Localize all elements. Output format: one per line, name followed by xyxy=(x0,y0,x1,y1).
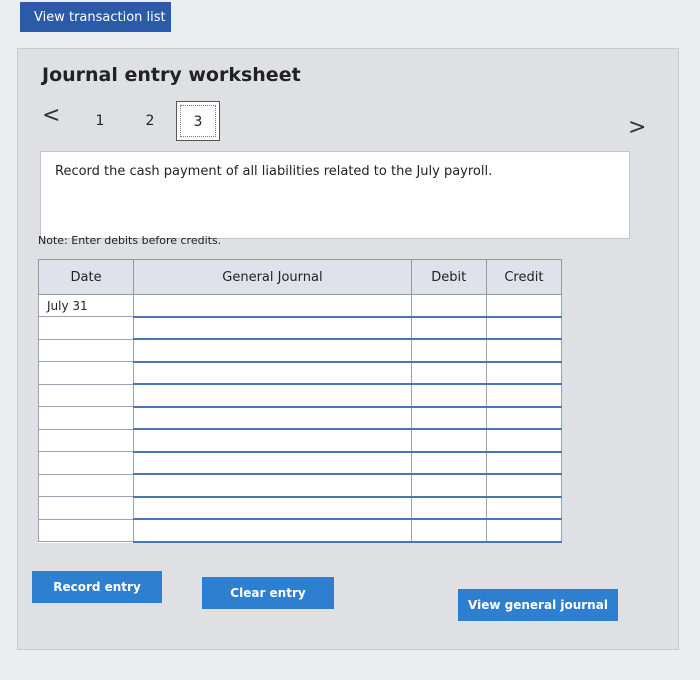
credit-input[interactable] xyxy=(485,338,563,363)
table-row xyxy=(37,383,563,408)
table-row xyxy=(37,451,563,475)
date-cell[interactable] xyxy=(37,428,135,452)
next-arrow-icon[interactable]: > xyxy=(628,117,646,139)
account-input[interactable] xyxy=(133,316,412,340)
debit-input[interactable] xyxy=(410,338,487,363)
debit-input[interactable] xyxy=(410,406,487,430)
tab-1[interactable]: 1 xyxy=(78,101,122,141)
credit-input[interactable] xyxy=(485,428,563,453)
account-input[interactable] xyxy=(133,383,412,408)
record-entry-button[interactable]: Record entry xyxy=(32,571,162,603)
previous-arrow-icon[interactable]: < xyxy=(42,105,60,127)
table-row xyxy=(37,473,563,498)
credit-input[interactable] xyxy=(485,451,563,475)
date-cell[interactable] xyxy=(37,451,135,475)
debit-input[interactable] xyxy=(410,361,487,385)
account-input[interactable] xyxy=(133,473,412,498)
tab-3[interactable]: 3 xyxy=(176,101,220,141)
credit-input[interactable] xyxy=(485,361,563,385)
account-input[interactable] xyxy=(133,451,412,475)
debit-input[interactable] xyxy=(410,428,487,453)
date-cell[interactable]: July 31 xyxy=(37,294,135,317)
debit-input[interactable] xyxy=(410,451,487,475)
table-row xyxy=(37,496,563,520)
credit-input[interactable] xyxy=(485,294,563,318)
tab-2[interactable]: 2 xyxy=(128,101,172,141)
account-input[interactable] xyxy=(133,496,412,520)
worksheet-title: Journal entry worksheet xyxy=(42,64,301,86)
journal-rows: July 31 xyxy=(37,294,563,543)
date-cell[interactable] xyxy=(37,338,135,362)
table-row xyxy=(37,338,563,363)
account-input[interactable] xyxy=(133,518,412,543)
date-cell[interactable] xyxy=(37,518,135,542)
debit-input[interactable] xyxy=(410,496,487,520)
instruction-text: Record the cash payment of all liabiliti… xyxy=(55,164,493,179)
date-cell[interactable] xyxy=(37,316,135,340)
credit-input[interactable] xyxy=(485,473,563,498)
date-cell[interactable] xyxy=(37,406,135,430)
table-row xyxy=(37,361,563,385)
note-text: Note: Enter debits before credits. xyxy=(38,234,222,247)
date-header: Date xyxy=(37,259,135,295)
date-cell[interactable] xyxy=(37,361,135,385)
journal-worksheet-panel: Journal entry worksheet < 1 2 3 > Record… xyxy=(17,48,679,650)
credit-input[interactable] xyxy=(485,518,563,543)
instruction-box: Record the cash payment of all liabiliti… xyxy=(40,151,630,239)
view-general-journal-button[interactable]: View general journal xyxy=(458,589,618,621)
date-cell[interactable] xyxy=(37,383,135,407)
account-input[interactable] xyxy=(133,428,412,453)
journal-table: Date General Journal Debit Credit July 3… xyxy=(37,259,563,543)
debit-input[interactable] xyxy=(410,473,487,498)
table-row xyxy=(37,316,563,340)
credit-input[interactable] xyxy=(485,383,563,408)
debit-header: Debit xyxy=(410,259,487,295)
view-transaction-list-button[interactable]: View transaction list xyxy=(20,2,171,32)
table-row xyxy=(37,406,563,430)
debit-input[interactable] xyxy=(410,518,487,543)
credit-header: Credit xyxy=(485,259,563,295)
credit-input[interactable] xyxy=(485,316,563,340)
account-input[interactable] xyxy=(133,361,412,385)
account-input[interactable] xyxy=(133,294,412,318)
debit-input[interactable] xyxy=(410,294,487,318)
debit-input[interactable] xyxy=(410,383,487,408)
table-row xyxy=(37,428,563,453)
account-input[interactable] xyxy=(133,338,412,363)
general-journal-header: General Journal xyxy=(133,259,412,295)
date-cell[interactable] xyxy=(37,496,135,520)
clear-entry-button[interactable]: Clear entry xyxy=(202,577,334,609)
table-row: July 31 xyxy=(37,294,563,318)
credit-input[interactable] xyxy=(485,406,563,430)
credit-input[interactable] xyxy=(485,496,563,520)
account-input[interactable] xyxy=(133,406,412,430)
table-row xyxy=(37,518,563,543)
date-cell[interactable] xyxy=(37,473,135,497)
debit-input[interactable] xyxy=(410,316,487,340)
